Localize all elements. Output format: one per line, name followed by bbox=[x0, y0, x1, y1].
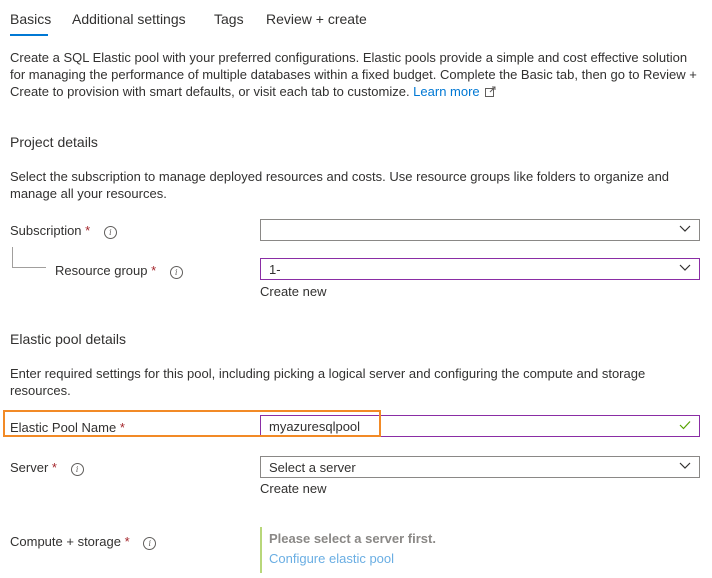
project-details-title: Project details bbox=[10, 134, 98, 150]
tab-review-create[interactable]: Review + create bbox=[266, 10, 367, 28]
learn-more-label: Learn more bbox=[413, 84, 480, 99]
server-label-text: Server bbox=[10, 460, 49, 475]
tab-basics[interactable]: Basics bbox=[10, 10, 51, 28]
project-details-description: Select the subscription to manage deploy… bbox=[10, 169, 670, 201]
chevron-down-icon bbox=[679, 462, 691, 469]
compute-storage-label: Compute + storage * i bbox=[10, 533, 157, 550]
server-dropdown[interactable]: Select a server bbox=[260, 456, 700, 478]
tree-connector-horizontal bbox=[12, 267, 46, 268]
info-icon[interactable]: i bbox=[169, 266, 183, 279]
tree-connector-vertical bbox=[12, 247, 13, 267]
pool-name-input[interactable]: myazuresqlpool bbox=[260, 415, 700, 437]
subscription-dropdown[interactable] bbox=[260, 219, 700, 241]
info-icon[interactable]: i bbox=[143, 537, 157, 550]
chevron-down-icon bbox=[679, 225, 691, 232]
subscription-label-text: Subscription bbox=[10, 223, 82, 238]
active-tab-indicator bbox=[10, 34, 48, 36]
info-icon[interactable]: i bbox=[70, 463, 84, 476]
compute-message: Please select a server first. bbox=[269, 531, 436, 546]
tab-additional-settings[interactable]: Additional settings bbox=[72, 10, 186, 28]
subscription-label: Subscription * i bbox=[10, 222, 117, 239]
server-create-new-link[interactable]: Create new bbox=[260, 480, 326, 497]
required-marker: * bbox=[85, 223, 91, 238]
required-marker: * bbox=[51, 460, 57, 475]
intro-text: Create a SQL Elastic pool with your pref… bbox=[10, 49, 705, 100]
pool-name-value: myazuresqlpool bbox=[269, 419, 361, 434]
checkmark-icon bbox=[679, 421, 691, 430]
resource-group-label: Resource group * i bbox=[55, 262, 183, 279]
compute-storage-label-text: Compute + storage bbox=[10, 534, 121, 549]
learn-more-link[interactable]: Learn more bbox=[413, 84, 496, 99]
required-marker: * bbox=[124, 534, 130, 549]
configure-elastic-pool-link[interactable]: Configure elastic pool bbox=[269, 551, 394, 566]
required-marker: * bbox=[119, 420, 125, 435]
chevron-down-icon bbox=[679, 264, 691, 271]
tab-tags[interactable]: Tags bbox=[214, 10, 244, 28]
resource-group-value: 1- bbox=[269, 262, 281, 277]
resource-group-dropdown[interactable]: 1- bbox=[260, 258, 700, 280]
pool-name-label-text: Elastic Pool Name bbox=[10, 420, 117, 435]
pool-details-title: Elastic pool details bbox=[10, 331, 126, 347]
external-link-icon bbox=[485, 86, 496, 97]
info-icon[interactable]: i bbox=[103, 226, 117, 239]
server-placeholder: Select a server bbox=[269, 460, 356, 475]
server-label: Server * i bbox=[10, 459, 84, 476]
compute-status-bar bbox=[260, 527, 262, 573]
resource-group-create-new-link[interactable]: Create new bbox=[260, 283, 326, 300]
required-marker: * bbox=[151, 263, 157, 278]
intro-description: Create a SQL Elastic pool with your pref… bbox=[10, 50, 697, 99]
pool-details-description: Enter required settings for this pool, i… bbox=[10, 366, 646, 398]
pool-name-label: Elastic Pool Name * bbox=[10, 419, 125, 436]
resource-group-label-text: Resource group bbox=[55, 263, 148, 278]
